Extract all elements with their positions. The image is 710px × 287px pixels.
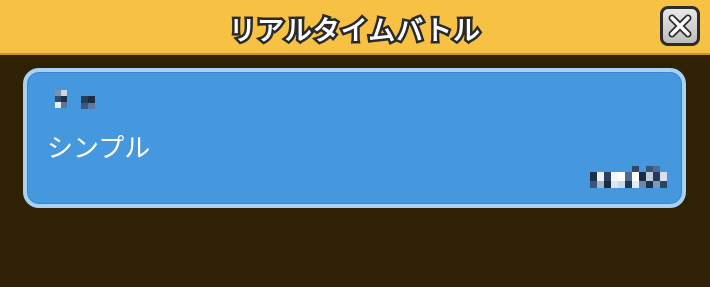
page-title: リアルタイムバトル [227,14,483,50]
mode-card-simple[interactable]: シンプル [23,68,686,208]
pixelated-info-icon [590,166,667,188]
mode-name-label: シンプル [47,134,151,164]
pixelated-avatar-icon [55,90,95,109]
mode-list-panel: シンプル [0,55,710,287]
close-icon [668,14,692,38]
close-button[interactable] [660,6,700,46]
header-bar: リアルタイムバトル [0,0,710,55]
